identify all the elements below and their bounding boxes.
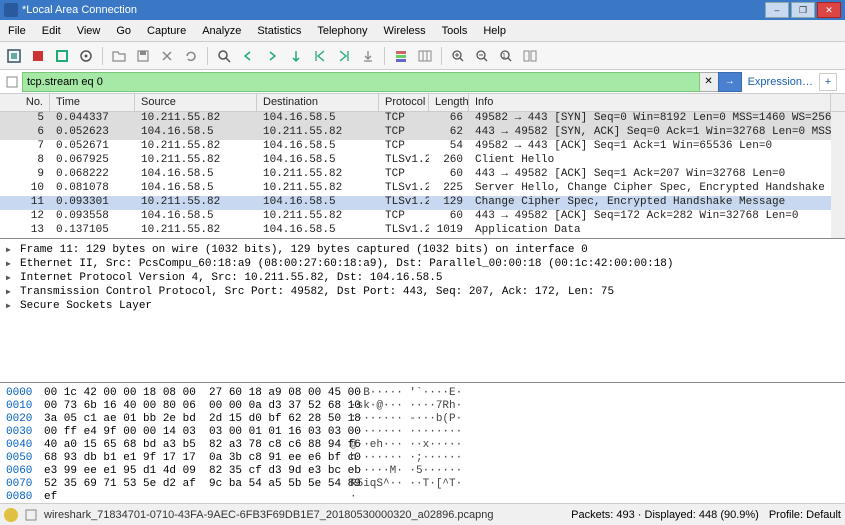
save-file-icon[interactable] (133, 46, 153, 66)
menu-edit[interactable]: Edit (34, 20, 69, 41)
apply-filter-button[interactable]: → (718, 72, 742, 92)
packet-row[interactable]: 50.04433710.211.55.82104.16.58.5TCP66495… (0, 112, 845, 126)
hex-line[interactable]: 001000 73 6b 16 40 00 80 06 00 00 0a d3 … (6, 400, 839, 413)
packet-bytes-pane[interactable]: 000000 1c 42 00 00 18 08 00 27 60 18 a9 … (0, 383, 845, 503)
go-first-icon[interactable] (310, 46, 330, 66)
col-src[interactable]: Source (135, 94, 257, 111)
packet-list[interactable]: No. Time Source Destination Protocol Len… (0, 94, 845, 239)
menu-bar: FileEditViewGoCaptureAnalyzeStatisticsTe… (0, 20, 845, 42)
packet-row[interactable]: 90.068222104.16.58.510.211.55.82TCP60443… (0, 168, 845, 182)
col-no[interactable]: No. (0, 94, 50, 111)
restart-capture-icon[interactable] (76, 46, 96, 66)
col-dst[interactable]: Destination (257, 94, 379, 111)
expand-triangle-icon[interactable]: ▶ (6, 287, 16, 297)
close-button[interactable]: ✕ (817, 2, 841, 18)
resize-all-icon[interactable] (520, 46, 540, 66)
col-proto[interactable]: Protocol (379, 94, 429, 111)
hex-line[interactable]: 00203a 05 c1 ae 01 bb 2e bd 2d 15 d0 bf … (6, 413, 839, 426)
hex-line[interactable]: 003000 ff e4 9f 00 00 14 03 03 00 01 01 … (6, 426, 839, 439)
menu-tools[interactable]: Tools (434, 20, 476, 41)
svg-text:1: 1 (502, 53, 506, 60)
packet-row[interactable]: 120.093558104.16.58.510.211.55.82TCP6044… (0, 210, 845, 224)
detail-line[interactable]: ▶Secure Sockets Layer (6, 299, 839, 313)
menu-statistics[interactable]: Statistics (249, 20, 309, 41)
add-filter-button[interactable]: + (819, 73, 837, 91)
jump-icon[interactable] (286, 46, 306, 66)
colorize-icon[interactable] (391, 46, 411, 66)
close-file-icon[interactable] (157, 46, 177, 66)
hex-line[interactable]: 005068 93 db b1 e1 9f 17 17 0a 3b c8 91 … (6, 452, 839, 465)
hex-line[interactable]: 0060e3 99 ee e1 95 d1 4d 09 82 35 cf d3 … (6, 465, 839, 478)
main-toolbar: 1 (0, 42, 845, 70)
expand-triangle-icon[interactable]: ▶ (6, 245, 16, 255)
status-profile[interactable]: Profile: Default (769, 509, 841, 521)
status-packets: Packets: 493 · Displayed: 448 (90.9%) (571, 509, 759, 521)
maximize-button[interactable]: ❐ (791, 2, 815, 18)
menu-view[interactable]: View (69, 20, 109, 41)
hex-line[interactable]: 000000 1c 42 00 00 18 08 00 27 60 18 a9 … (6, 387, 839, 400)
packet-row[interactable]: 70.05267110.211.55.82104.16.58.5TCP54495… (0, 140, 845, 154)
bookmark-filter-icon[interactable] (2, 72, 22, 92)
open-file-icon[interactable] (109, 46, 129, 66)
title-bar: *Local Area Connection ‒ ❐ ✕ (0, 0, 845, 20)
reload-icon[interactable] (181, 46, 201, 66)
detail-line[interactable]: ▶Ethernet II, Src: PcsCompu_60:18:a9 (08… (6, 257, 839, 271)
hex-line[interactable]: 0080ef · (6, 491, 839, 503)
col-len[interactable]: Length (429, 94, 469, 111)
packet-row[interactable]: 80.06792510.211.55.82104.16.58.5TLSv1.22… (0, 154, 845, 168)
resize-columns-icon[interactable] (415, 46, 435, 66)
auto-scroll-icon[interactable] (358, 46, 378, 66)
display-filter-input[interactable] (22, 72, 700, 92)
zoom-in-icon[interactable] (448, 46, 468, 66)
packet-row[interactable]: 110.09330110.211.55.82104.16.58.5TLSv1.2… (0, 196, 845, 210)
hex-line[interactable]: 004040 a0 15 65 68 bd a3 b5 82 a3 78 c8 … (6, 439, 839, 452)
expand-triangle-icon[interactable]: ▶ (6, 259, 16, 269)
window-title: *Local Area Connection (22, 4, 763, 16)
app-icon (4, 3, 18, 17)
start-capture-icon[interactable] (28, 46, 48, 66)
col-info[interactable]: Info (469, 94, 831, 111)
hex-line[interactable]: 007052 35 69 71 53 5e d2 af 9c ba 54 a5 … (6, 478, 839, 491)
stop-capture-icon[interactable] (52, 46, 72, 66)
find-icon[interactable] (214, 46, 234, 66)
capture-file-icon (24, 508, 38, 522)
status-file: wireshark_71834701-0710-43FA-9AEC-6FB3F6… (44, 509, 571, 521)
minimize-button[interactable]: ‒ (765, 2, 789, 18)
expand-triangle-icon[interactable]: ▶ (6, 301, 16, 311)
zoom-reset-icon[interactable]: 1 (496, 46, 516, 66)
menu-telephony[interactable]: Telephony (309, 20, 375, 41)
go-back-icon[interactable] (238, 46, 258, 66)
menu-go[interactable]: Go (108, 20, 139, 41)
detail-line[interactable]: ▶Frame 11: 129 bytes on wire (1032 bits)… (6, 243, 839, 257)
go-forward-icon[interactable] (262, 46, 282, 66)
menu-capture[interactable]: Capture (139, 20, 194, 41)
detail-line[interactable]: ▶Transmission Control Protocol, Src Port… (6, 285, 839, 299)
menu-analyze[interactable]: Analyze (194, 20, 249, 41)
packet-list-header: No. Time Source Destination Protocol Len… (0, 94, 845, 112)
status-bar: wireshark_71834701-0710-43FA-9AEC-6FB3F6… (0, 503, 845, 525)
zoom-out-icon[interactable] (472, 46, 492, 66)
menu-help[interactable]: Help (475, 20, 514, 41)
packet-row[interactable]: 60.052623104.16.58.510.211.55.82TCP62443… (0, 126, 845, 140)
menu-wireless[interactable]: Wireless (376, 20, 434, 41)
packet-detail-pane[interactable]: ▶Frame 11: 129 bytes on wire (1032 bits)… (0, 239, 845, 383)
display-filter-bar: ✕ → Expression… + (0, 70, 845, 94)
go-last-icon[interactable] (334, 46, 354, 66)
packet-row[interactable]: 130.13710510.211.55.82104.16.58.5TLSv1.2… (0, 224, 845, 238)
expand-triangle-icon[interactable]: ▶ (6, 273, 16, 283)
clear-filter-button[interactable]: ✕ (699, 72, 719, 92)
scrollbar-head (831, 94, 845, 111)
interfaces-icon[interactable] (4, 46, 24, 66)
expression-link[interactable]: Expression… (748, 76, 813, 88)
menu-file[interactable]: File (0, 20, 34, 41)
expert-info-icon[interactable] (4, 508, 18, 522)
col-time[interactable]: Time (50, 94, 135, 111)
detail-line[interactable]: ▶Internet Protocol Version 4, Src: 10.21… (6, 271, 839, 285)
packet-row[interactable]: 100.081078104.16.58.510.211.55.82TLSv1.2… (0, 182, 845, 196)
